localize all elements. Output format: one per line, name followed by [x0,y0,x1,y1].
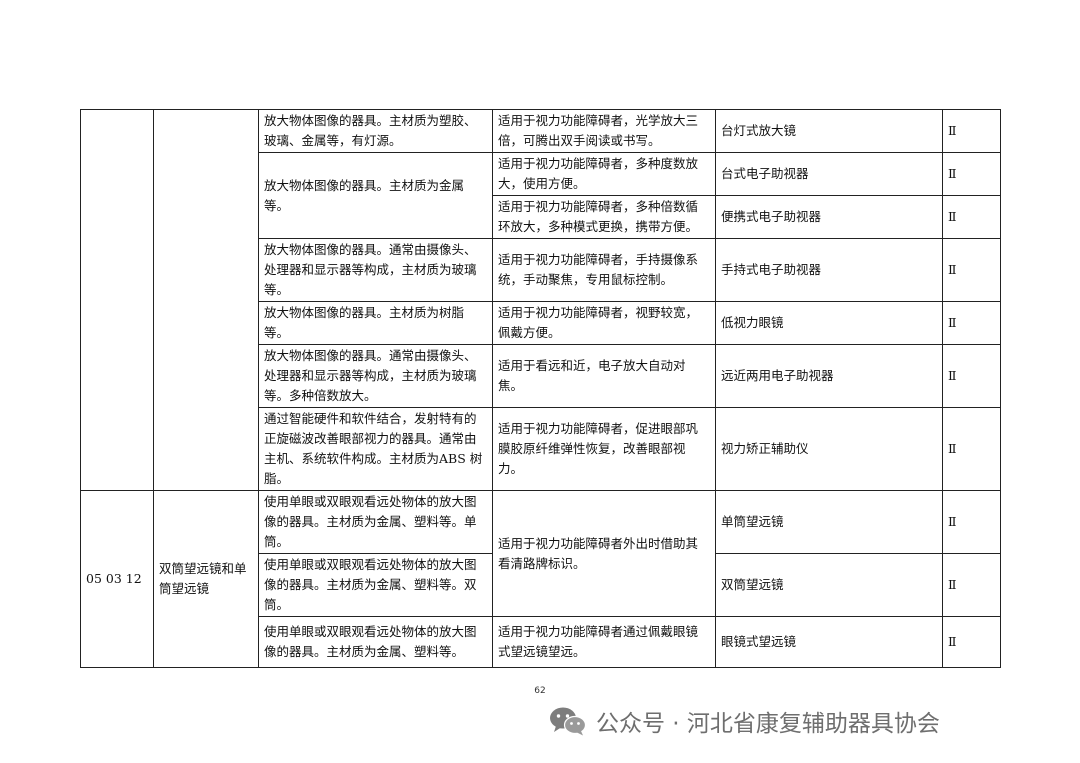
class-cell: Ⅱ [942,616,1001,668]
description-cell: 放大物体图像的器具。主材质为塑胶、玻璃、金属等，有灯源。 [258,109,493,153]
product-name-cell: 台灯式放大镜 [715,109,943,153]
usage-cell: 适用于视力功能障碍者，促进眼部巩膜胶原纤维弹性恢复，改善眼部视力。 [492,407,716,491]
code-cell: 05 03 12 [80,490,154,668]
usage-cell: 适用于视力功能障碍者，多种度数放大，使用方便。 [492,152,716,196]
product-name-cell: 低视力眼镜 [715,301,943,345]
table-row: 放大物体图像的器具。主材质为塑胶、玻璃、金属等，有灯源。 适用于视力功能障碍者，… [80,109,1001,491]
product-name-cell: 台式电子助视器 [715,152,943,196]
category-cell [153,109,259,491]
class-cell: Ⅱ [942,407,1001,491]
usage-cell: 适用于视力功能障碍者通过佩戴眼镜式望远镜望远。 [492,616,716,668]
watermark-text: 公众号 · 河北省康复辅助器具协会 [596,711,940,737]
usage-cell: 适用于看远和近，电子放大自动对焦。 [492,344,716,408]
class-cell: Ⅱ [942,553,1001,617]
watermark: 公众号 · 河北省康复辅助器具协会 [548,704,940,738]
device-catalog-table: 放大物体图像的器具。主材质为塑胶、玻璃、金属等，有灯源。 适用于视力功能障碍者，… [80,109,1001,668]
product-name-cell: 远近两用电子助视器 [715,344,943,408]
description-cell: 放大物体图像的器具。通常由摄像头、处理器和显示器等构成，主材质为玻璃等。 [258,238,493,302]
product-name-cell: 视力矫正辅助仪 [715,407,943,491]
description-cell: 使用单眼或双眼观看远处物体的放大图像的器具。主材质为金属、塑料等。双筒。 [258,553,493,617]
category-cell: 双筒望远镜和单筒望远镜 [153,490,259,668]
class-cell: Ⅱ [942,238,1001,302]
class-cell: Ⅱ [942,195,1001,239]
usage-cell: 适用于视力功能障碍者，手持摄像系统，手动聚焦，专用鼠标控制。 [492,238,716,302]
class-cell: Ⅱ [942,109,1001,153]
class-cell: Ⅱ [942,152,1001,196]
description-cell: 使用单眼或双眼观看远处物体的放大图像的器具。主材质为金属、塑料等。 [258,616,493,668]
usage-cell: 适用于视力功能障碍者外出时借助其看清路牌标识。 [492,490,716,617]
description-cell: 放大物体图像的器具。主材质为金属等。 [258,152,493,239]
description-cell: 通过智能硬件和软件结合，发射特有的正旋磁波改善眼部视力的器具。通常由主机、系统软… [258,407,493,491]
page-number: 62 [534,686,546,696]
description-cell: 放大物体图像的器具。主材质为树脂等。 [258,301,493,345]
product-name-cell: 便携式电子助视器 [715,195,943,239]
code-cell [80,109,154,491]
description-cell: 放大物体图像的器具。通常由摄像头、处理器和显示器等构成，主材质为玻璃等。多种倍数… [258,344,493,408]
table-row: 05 03 12 双筒望远镜和单筒望远镜 使用单眼或双眼观看远处物体的放大图像的… [80,490,1001,668]
class-cell: Ⅱ [942,301,1001,345]
usage-cell: 适用于视力功能障碍者，视野较宽，佩戴方便。 [492,301,716,345]
class-cell: Ⅱ [942,344,1001,408]
class-cell: Ⅱ [942,490,1001,554]
product-name-cell: 单筒望远镜 [715,490,943,554]
usage-cell: 适用于视力功能障碍者，多种倍数循环放大，多种模式更换，携带方便。 [492,195,716,239]
product-name-cell: 双筒望远镜 [715,553,943,617]
description-cell: 使用单眼或双眼观看远处物体的放大图像的器具。主材质为金属、塑料等。单筒。 [258,490,493,554]
product-name-cell: 眼镜式望远镜 [715,616,943,668]
wechat-icon [550,707,587,736]
product-name-cell: 手持式电子助视器 [715,238,943,302]
usage-cell: 适用于视力功能障碍者，光学放大三倍，可腾出双手阅读或书写。 [492,109,716,153]
